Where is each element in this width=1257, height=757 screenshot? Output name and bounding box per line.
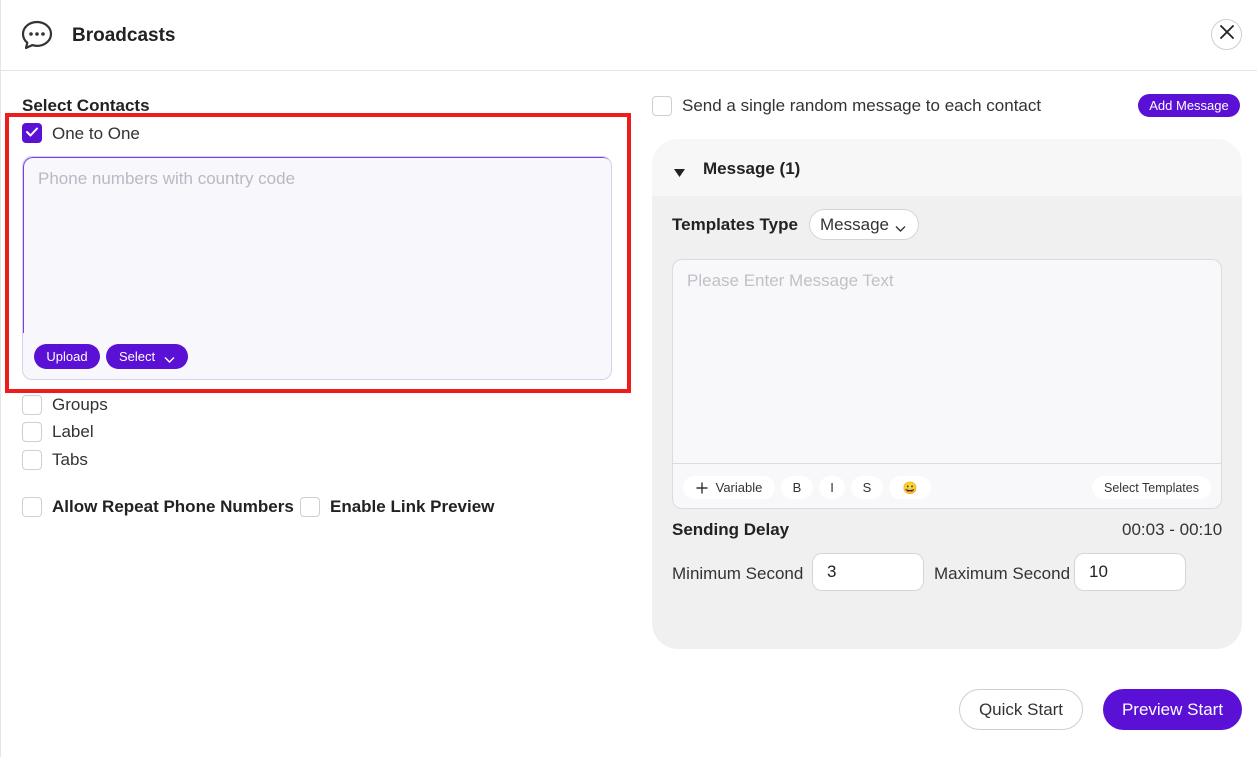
- max-second-label: Maximum Second: [934, 564, 1071, 583]
- templates-type-value: Message: [820, 214, 889, 234]
- message-placeholder: Please Enter Message Text: [687, 271, 894, 290]
- strikethrough-button[interactable]: S: [851, 476, 883, 499]
- dialog-title: Broadcasts: [72, 25, 176, 46]
- quick-start-label: Quick Start: [978, 699, 1064, 719]
- plus-icon: [696, 482, 708, 494]
- chevron-down-icon: [895, 218, 906, 238]
- allow-repeat-checkbox[interactable]: [22, 497, 42, 517]
- templates-type-label: Templates Type: [672, 215, 798, 234]
- tabs-checkbox[interactable]: [22, 450, 42, 470]
- chevron-down-icon: [164, 352, 175, 367]
- preview-start-button[interactable]: Preview Start: [1103, 689, 1242, 730]
- select-templates-button[interactable]: Select Templates: [1092, 476, 1211, 499]
- add-message-label: Add Message: [1149, 98, 1229, 113]
- upload-button[interactable]: Upload: [34, 344, 100, 369]
- max-second-input[interactable]: 10: [1074, 553, 1186, 591]
- select-dropdown-button[interactable]: Select: [106, 344, 188, 369]
- templates-type-select[interactable]: Message: [809, 209, 919, 240]
- variable-button[interactable]: Variable: [683, 476, 775, 499]
- phone-numbers-placeholder: Phone numbers with country code: [38, 169, 296, 188]
- message-toolbar: Variable B I S 😀 Select Templates: [673, 463, 1221, 508]
- groups-checkbox[interactable]: [22, 395, 42, 415]
- select-templates-label: Select Templates: [1104, 480, 1199, 495]
- strike-label: S: [862, 480, 872, 495]
- phone-numbers-box: Phone numbers with country code Upload S…: [22, 156, 612, 380]
- upload-button-label: Upload: [46, 349, 88, 364]
- italic-label: I: [830, 480, 834, 495]
- random-message-checkbox[interactable]: [652, 96, 672, 116]
- dialog-header: Broadcasts: [1, 0, 1257, 71]
- quick-start-button[interactable]: Quick Start: [959, 689, 1083, 730]
- variable-label: Variable: [715, 480, 763, 495]
- chat-bubble-icon: [21, 20, 53, 50]
- bold-button[interactable]: B: [781, 476, 813, 499]
- sending-delay-label: Sending Delay: [672, 520, 790, 539]
- max-second-value: 10: [1089, 562, 1108, 581]
- min-second-value: 3: [827, 562, 837, 581]
- min-second-input[interactable]: 3: [812, 553, 924, 591]
- tabs-label: Tabs: [52, 450, 88, 469]
- italic-button[interactable]: I: [819, 476, 845, 499]
- enable-link-preview-label: Enable Link Preview: [330, 497, 495, 516]
- enable-link-preview-checkbox[interactable]: [300, 497, 320, 517]
- broadcasts-dialog: Broadcasts Select Contacts One to One Ph…: [0, 0, 1257, 757]
- message-title: Message (1): [703, 159, 801, 178]
- add-message-button[interactable]: Add Message: [1138, 94, 1240, 117]
- select-button-label: Select: [119, 349, 156, 364]
- collapse-triangle-icon[interactable]: [674, 164, 685, 182]
- message-text-area[interactable]: Please Enter Message Text Variable B I S: [672, 259, 1222, 509]
- one-to-one-label: One to One: [52, 124, 140, 143]
- message-panel-header[interactable]: Message (1): [652, 139, 1242, 196]
- allow-repeat-label: Allow Repeat Phone Numbers: [52, 497, 294, 516]
- bold-label: B: [792, 480, 802, 495]
- phone-numbers-input[interactable]: Phone numbers with country code: [23, 157, 611, 333]
- groups-label: Groups: [52, 395, 108, 414]
- checkmark-icon: [26, 124, 38, 142]
- label-checkbox[interactable]: [22, 422, 42, 442]
- emoji-button[interactable]: 😀: [889, 476, 931, 499]
- select-contacts-title: Select Contacts: [22, 96, 150, 115]
- close-icon: [1219, 25, 1234, 44]
- close-button[interactable]: [1211, 19, 1242, 50]
- message-panel: Message (1) Templates Type Message Pleas…: [652, 139, 1242, 649]
- label-label: Label: [52, 422, 94, 441]
- preview-start-label: Preview Start: [1121, 699, 1224, 719]
- sending-delay-range: 00:03 - 00:10: [1122, 520, 1223, 539]
- one-to-one-checkbox[interactable]: [22, 123, 42, 143]
- random-message-label: Send a single random message to each con…: [682, 96, 1042, 115]
- min-second-label: Minimum Second: [672, 564, 804, 583]
- emoji-icon: 😀: [902, 480, 918, 495]
